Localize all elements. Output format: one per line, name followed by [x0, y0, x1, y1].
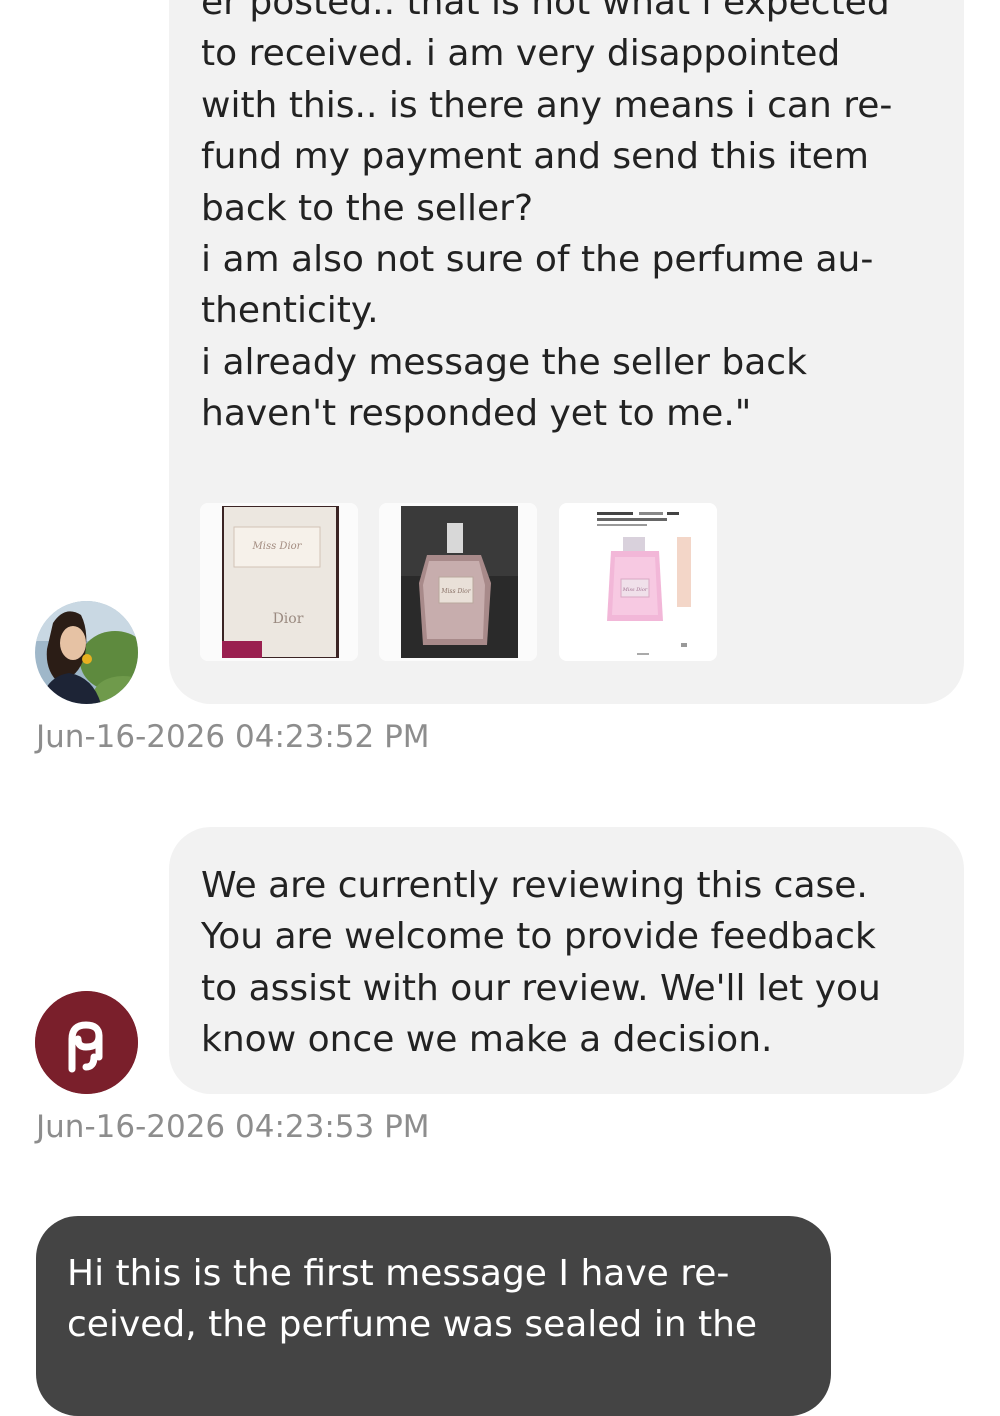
message-text-line: You are welcome to provide feedback [201, 916, 876, 958]
svg-text:Miss Dior: Miss Dior [252, 541, 303, 552]
message-text-line: fund my payment and send this item [201, 136, 869, 178]
attachment-thumbnail-3[interactable]: Miss Dior [559, 503, 717, 661]
user-photo-avatar-icon [35, 601, 138, 704]
message-text-line: to received. i am very disappointed [201, 33, 841, 75]
poshmark-logo-icon [35, 991, 138, 1094]
attachment-thumbnail-2[interactable]: Miss Dior [379, 503, 537, 661]
message-text-line: with this.. is there any means i can re- [201, 84, 893, 126]
message-timestamp: Jun-16-2026 04:23:53 PM [36, 1109, 430, 1145]
message-timestamp: Jun-16-2026 04:23:52 PM [36, 719, 430, 755]
message-text-line: We are currently reviewing this case. [201, 865, 868, 906]
message-text-line: i am also not sure of the perfume au- [201, 239, 874, 281]
message-text-line: ceived, the perfume was sealed in the [67, 1304, 758, 1346]
message-text-line: to assist with our review. We'll let you [201, 967, 881, 1009]
message-text-line: i already message the seller back [201, 341, 807, 383]
support-avatar[interactable] [35, 991, 138, 1094]
message-text-line: haven't responded yet to me." [201, 393, 752, 435]
message-text-line: thenticity. [201, 290, 379, 332]
svg-text:Miss Dior: Miss Dior [622, 587, 648, 593]
perfume-box-photo-icon: Miss Dior Dior [200, 503, 358, 661]
message-bubble-2: We are currently reviewing this case. Yo… [169, 827, 964, 1094]
svg-text:Miss Dior: Miss Dior [440, 588, 471, 595]
message-text-line: er posted.. that is not what i expected [201, 0, 890, 23]
message-text-line: know once we make a decision. [201, 1019, 773, 1061]
listing-screenshot-photo-icon: Miss Dior [559, 503, 717, 661]
svg-text:Dior: Dior [273, 611, 304, 627]
message-text-line: back to the seller? [201, 187, 534, 229]
perfume-bottle-photo-icon: Miss Dior [379, 503, 537, 661]
message-text-line: Hi this is the first message I have re- [67, 1253, 730, 1294]
buyer-avatar[interactable] [35, 601, 138, 704]
attachment-thumbnail-1[interactable]: Miss Dior Dior [200, 503, 358, 661]
message-bubble-3: Hi this is the first message I have re- … [36, 1216, 831, 1416]
